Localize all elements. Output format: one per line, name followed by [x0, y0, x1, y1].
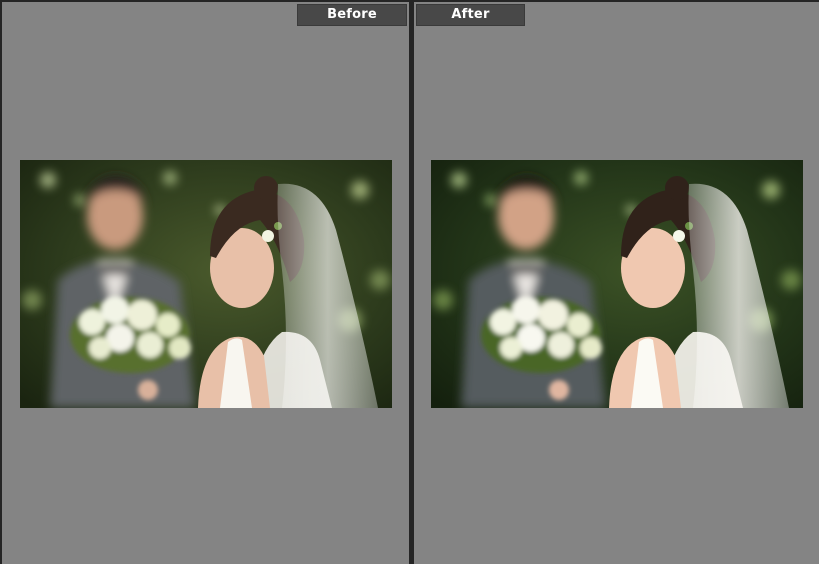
- wedding-photo-icon: [431, 160, 803, 408]
- before-photo[interactable]: [20, 160, 392, 408]
- before-panel[interactable]: Before: [2, 2, 409, 564]
- wedding-photo-icon: [20, 160, 392, 408]
- after-panel[interactable]: After: [414, 2, 819, 564]
- before-label: Before: [297, 4, 407, 26]
- before-after-compare-view: Before After: [0, 0, 819, 564]
- after-label: After: [416, 4, 525, 26]
- after-photo[interactable]: [431, 160, 803, 408]
